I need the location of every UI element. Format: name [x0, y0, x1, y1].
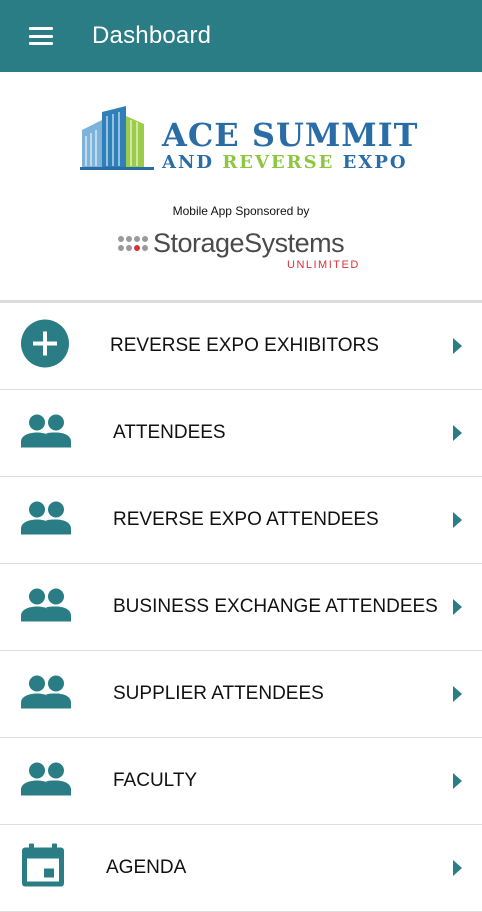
add-circle-icon: [20, 319, 70, 374]
menu-item-business-exchange-attendees[interactable]: BUSINESS EXCHANGE ATTENDEES: [0, 564, 482, 651]
people-icon: [20, 501, 72, 540]
chevron-right-icon: [453, 599, 462, 615]
chevron-right-icon: [453, 860, 462, 876]
menu-item-label: REVERSE EXPO ATTENDEES: [113, 509, 379, 530]
calendar-icon: [20, 843, 66, 894]
people-icon: [20, 762, 72, 801]
logo-sub-reverse: REVERSE: [222, 152, 335, 173]
sponsor-subtitle: UNLIMITED: [287, 259, 360, 271]
people-icon: [20, 414, 72, 453]
sponsor-dots-icon: [118, 236, 148, 251]
menu-item-label: ATTENDEES: [113, 422, 226, 443]
logo-sub-expo: EXPO: [342, 152, 408, 173]
page-title: Dashboard: [92, 22, 212, 49]
building-logo-icon: [80, 106, 154, 170]
menu-item-attendees[interactable]: ATTENDEES: [0, 390, 482, 477]
chevron-right-icon: [453, 512, 462, 528]
dashboard-menu: REVERSE EXPO EXHIBITORS ATTENDEES REVERS…: [0, 303, 482, 912]
chevron-right-icon: [453, 773, 462, 789]
menu-item-agenda[interactable]: AGENDA: [0, 825, 482, 912]
sponsor-logo: StorageSystems UNLIMITED: [117, 228, 377, 274]
event-banner: ACE SUMMIT AND REVERSE EXPO Mobile App S…: [0, 72, 482, 303]
menu-item-reverse-expo-exhibitors[interactable]: REVERSE EXPO EXHIBITORS: [0, 303, 482, 390]
people-icon: [20, 675, 72, 714]
app-bar: Dashboard: [0, 0, 482, 72]
menu-item-supplier-attendees[interactable]: SUPPLIER ATTENDEES: [0, 651, 482, 738]
event-logo-title: ACE SUMMIT: [162, 116, 419, 154]
sponsor-name: StorageSystems: [153, 228, 345, 258]
menu-item-label: SUPPLIER ATTENDEES: [113, 683, 324, 704]
chevron-right-icon: [453, 686, 462, 702]
menu-item-reverse-expo-attendees[interactable]: REVERSE EXPO ATTENDEES: [0, 477, 482, 564]
menu-item-label: AGENDA: [106, 857, 187, 878]
menu-item-label: FACULTY: [113, 770, 198, 791]
hamburger-menu-icon[interactable]: [29, 27, 53, 45]
sponsor-label: Mobile App Sponsored by: [172, 204, 310, 218]
logo-sub-and: AND: [162, 152, 215, 173]
event-logo-subtitle: AND REVERSE EXPO: [162, 152, 408, 173]
menu-item-faculty[interactable]: FACULTY: [0, 738, 482, 825]
menu-item-label: REVERSE EXPO EXHIBITORS: [110, 335, 379, 356]
chevron-right-icon: [453, 425, 462, 441]
menu-item-label: BUSINESS EXCHANGE ATTENDEES: [113, 596, 438, 617]
chevron-right-icon: [453, 338, 462, 354]
people-icon: [20, 588, 72, 627]
